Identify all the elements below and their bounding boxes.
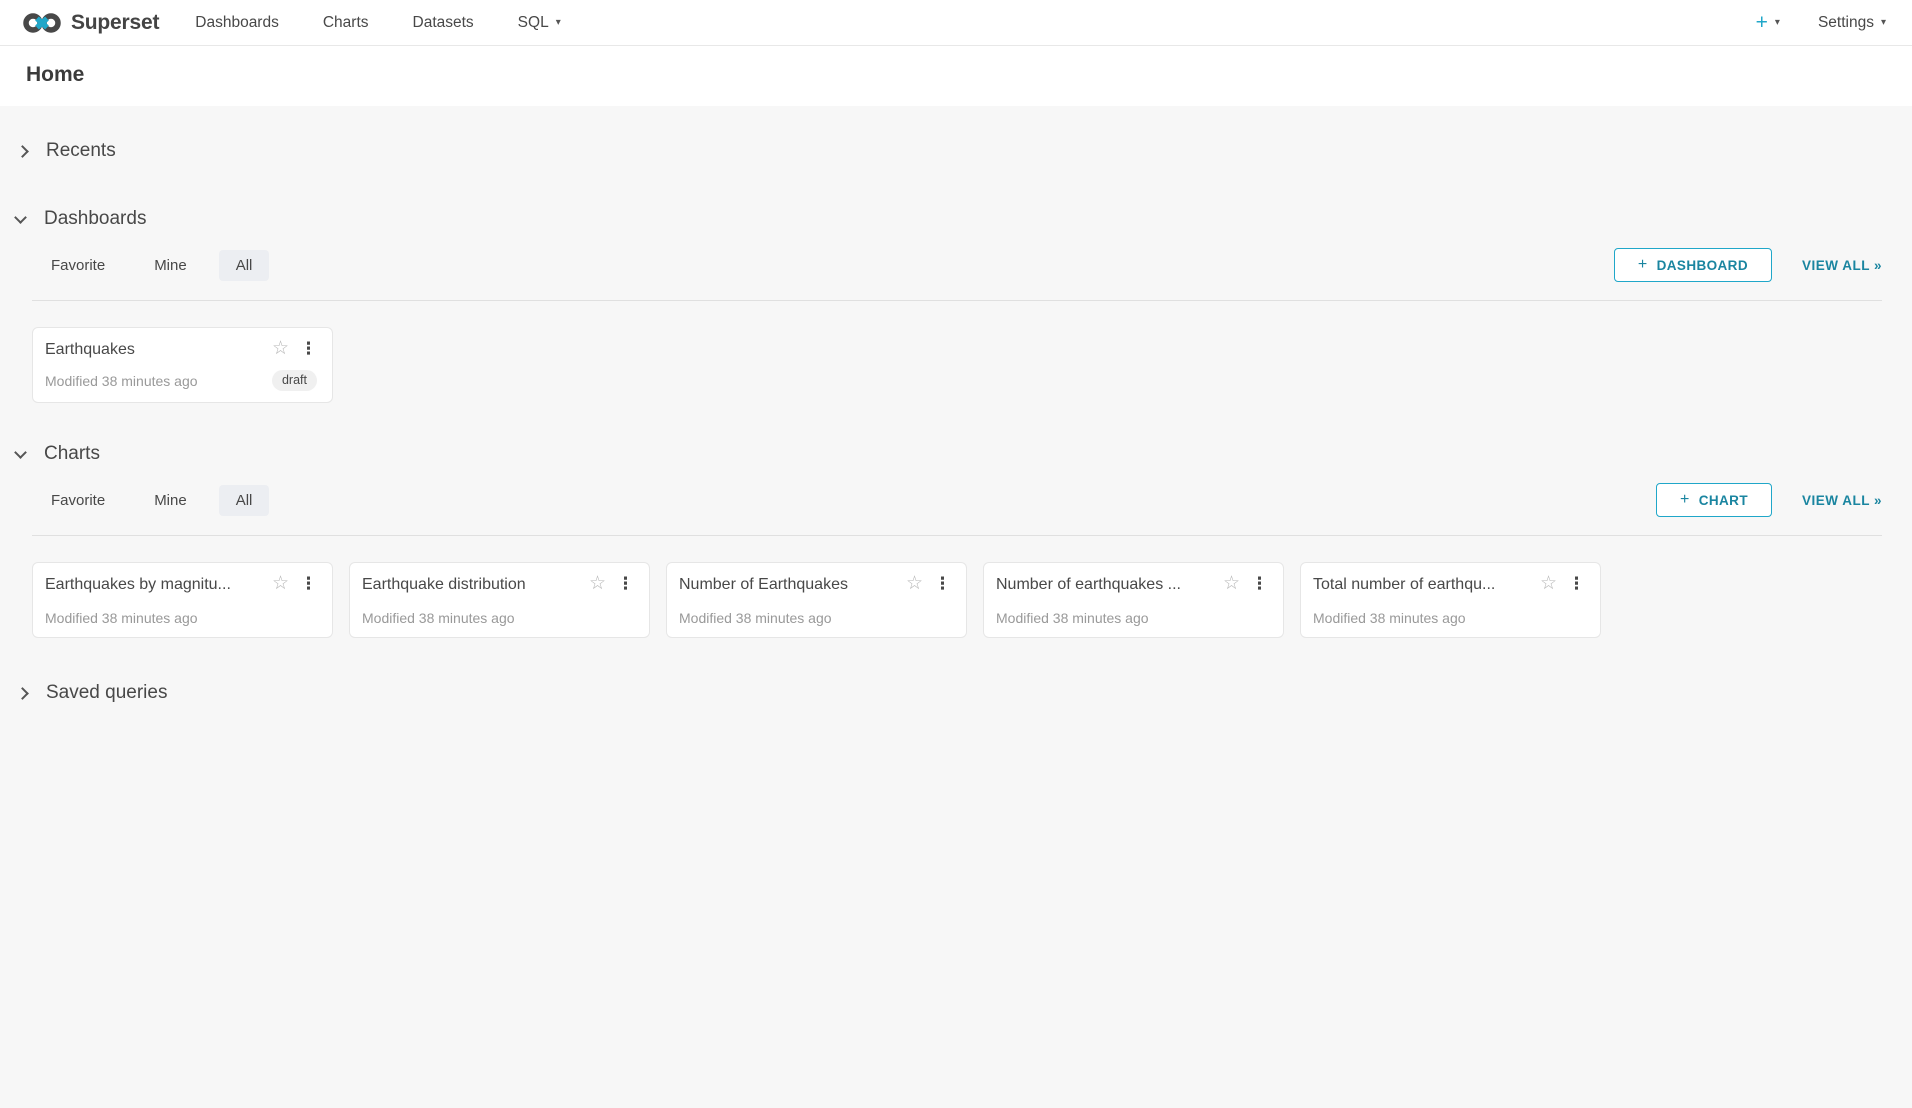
- nav-menu: Dashboards Charts Datasets SQL ▾: [195, 14, 560, 32]
- card-title[interactable]: Earthquakes: [45, 341, 272, 359]
- superset-logo-icon: [22, 10, 62, 36]
- settings-menu-button[interactable]: Settings ▾: [1818, 14, 1886, 32]
- plus-icon: +: [1756, 12, 1768, 33]
- nav-item-charts[interactable]: Charts: [323, 14, 369, 32]
- nav-item-label: Datasets: [413, 14, 474, 32]
- page-title: Home: [26, 63, 1886, 87]
- nav-item-datasets[interactable]: Datasets: [413, 14, 474, 32]
- charts-collapse-header[interactable]: Charts: [16, 443, 1882, 465]
- chevron-right-icon: [16, 145, 29, 158]
- brand-name: Superset: [71, 11, 159, 35]
- tab-favorite[interactable]: Favorite: [34, 250, 122, 281]
- nav-item-sql[interactable]: SQL ▾: [518, 14, 561, 32]
- kebab-menu-icon[interactable]: ⋮: [934, 577, 951, 591]
- card-modified-text: Modified 38 minutes ago: [1313, 610, 1466, 626]
- navbar: Superset Dashboards Charts Datasets SQL …: [0, 0, 1912, 46]
- new-item-menu-button[interactable]: + ▾: [1756, 12, 1780, 33]
- dashboards-collapse-header[interactable]: Dashboards: [16, 208, 1882, 230]
- card-modified-text: Modified 38 minutes ago: [996, 610, 1149, 626]
- favorite-star-icon[interactable]: ☆: [589, 576, 606, 591]
- charts-view-all-link[interactable]: VIEW ALL »: [1802, 493, 1882, 508]
- new-dashboard-button[interactable]: + DASHBOARD: [1614, 248, 1772, 282]
- tab-mine[interactable]: Mine: [137, 485, 204, 516]
- chevron-right-icon: [16, 687, 29, 700]
- chart-card[interactable]: Number of Earthquakes ☆ ⋮ Modified 38 mi…: [666, 562, 967, 638]
- card-title[interactable]: Number of earthquakes ...: [996, 576, 1223, 594]
- section-charts: Charts Favorite Mine All + CHART VIEW AL…: [16, 443, 1882, 638]
- card-title[interactable]: Earthquake distribution: [362, 576, 589, 594]
- card-title[interactable]: Total number of earthqu...: [1313, 576, 1540, 594]
- card-modified-text: Modified 38 minutes ago: [362, 610, 515, 626]
- tab-mine[interactable]: Mine: [137, 250, 204, 281]
- favorite-star-icon[interactable]: ☆: [1540, 576, 1557, 591]
- kebab-menu-icon[interactable]: ⋮: [300, 342, 317, 356]
- dashboards-cards-row: Earthquakes ☆ ⋮ Modified 38 minutes ago …: [32, 327, 1882, 403]
- kebab-menu-icon[interactable]: ⋮: [617, 577, 634, 591]
- tab-all[interactable]: All: [219, 485, 270, 516]
- section-title: Dashboards: [44, 208, 146, 230]
- card-title[interactable]: Earthquakes by magnitu...: [45, 576, 272, 594]
- card-title[interactable]: Number of Earthquakes: [679, 576, 906, 594]
- charts-submenu-actions: + CHART VIEW ALL »: [1656, 483, 1882, 517]
- charts-tabs: Favorite Mine All: [32, 485, 269, 516]
- favorite-star-icon[interactable]: ☆: [906, 576, 923, 591]
- page-header: Home: [0, 46, 1912, 106]
- dashboard-card-earthquakes[interactable]: Earthquakes ☆ ⋮ Modified 38 minutes ago …: [32, 327, 333, 403]
- charts-submenu: Favorite Mine All + CHART VIEW ALL »: [32, 483, 1882, 536]
- favorite-star-icon[interactable]: ☆: [272, 341, 289, 356]
- button-label: DASHBOARD: [1657, 258, 1748, 273]
- dashboards-submenu: Favorite Mine All + DASHBOARD VIEW ALL »: [32, 248, 1882, 301]
- card-modified-text: Modified 38 minutes ago: [45, 373, 198, 389]
- chart-card[interactable]: Total number of earthqu... ☆ ⋮ Modified …: [1300, 562, 1601, 638]
- nav-item-label: Charts: [323, 14, 369, 32]
- section-saved-queries: Saved queries: [16, 682, 1882, 764]
- chevron-down-icon: [14, 446, 27, 459]
- caret-down-icon: ▾: [1881, 18, 1886, 28]
- section-title: Charts: [44, 443, 100, 465]
- navbar-right: + ▾ Settings ▾: [1756, 12, 1886, 33]
- section-title: Recents: [46, 140, 116, 162]
- section-title: Saved queries: [46, 682, 167, 704]
- card-modified-text: Modified 38 minutes ago: [679, 610, 832, 626]
- charts-cards-row: Earthquakes by magnitu... ☆ ⋮ Modified 3…: [32, 562, 1882, 638]
- kebab-menu-icon[interactable]: ⋮: [300, 577, 317, 591]
- favorite-star-icon[interactable]: ☆: [272, 576, 289, 591]
- saved-queries-collapse-header[interactable]: Saved queries: [16, 682, 1882, 704]
- dashboards-view-all-link[interactable]: VIEW ALL »: [1802, 258, 1882, 273]
- superset-brand[interactable]: Superset: [22, 10, 159, 36]
- kebab-menu-icon[interactable]: ⋮: [1568, 577, 1585, 591]
- tab-favorite[interactable]: Favorite: [34, 485, 122, 516]
- section-recents: Recents: [16, 140, 1882, 162]
- chart-card[interactable]: Earthquake distribution ☆ ⋮ Modified 38 …: [349, 562, 650, 638]
- caret-down-icon: ▾: [1775, 18, 1780, 28]
- home-content: Recents Dashboards Favorite Mine All + D…: [0, 106, 1912, 764]
- favorite-star-icon[interactable]: ☆: [1223, 576, 1240, 591]
- plus-icon: +: [1680, 492, 1690, 508]
- recents-collapse-header[interactable]: Recents: [16, 140, 1882, 162]
- caret-down-icon: ▾: [556, 18, 561, 28]
- nav-item-dashboards[interactable]: Dashboards: [195, 14, 279, 32]
- dashboards-tabs: Favorite Mine All: [32, 250, 269, 281]
- button-label: CHART: [1699, 493, 1748, 508]
- chart-card[interactable]: Number of earthquakes ... ☆ ⋮ Modified 3…: [983, 562, 1284, 638]
- new-chart-button[interactable]: + CHART: [1656, 483, 1772, 517]
- card-modified-text: Modified 38 minutes ago: [45, 610, 198, 626]
- kebab-menu-icon[interactable]: ⋮: [1251, 577, 1268, 591]
- nav-item-label: Dashboards: [195, 14, 279, 32]
- settings-label: Settings: [1818, 14, 1874, 32]
- plus-icon: +: [1638, 257, 1648, 273]
- chart-card[interactable]: Earthquakes by magnitu... ☆ ⋮ Modified 3…: [32, 562, 333, 638]
- chevron-down-icon: [14, 211, 27, 224]
- section-dashboards: Dashboards Favorite Mine All + DASHBOARD…: [16, 208, 1882, 403]
- tab-all[interactable]: All: [219, 250, 270, 281]
- draft-status-badge: draft: [272, 370, 317, 391]
- nav-item-label: SQL: [518, 14, 549, 32]
- dashboards-submenu-actions: + DASHBOARD VIEW ALL »: [1614, 248, 1882, 282]
